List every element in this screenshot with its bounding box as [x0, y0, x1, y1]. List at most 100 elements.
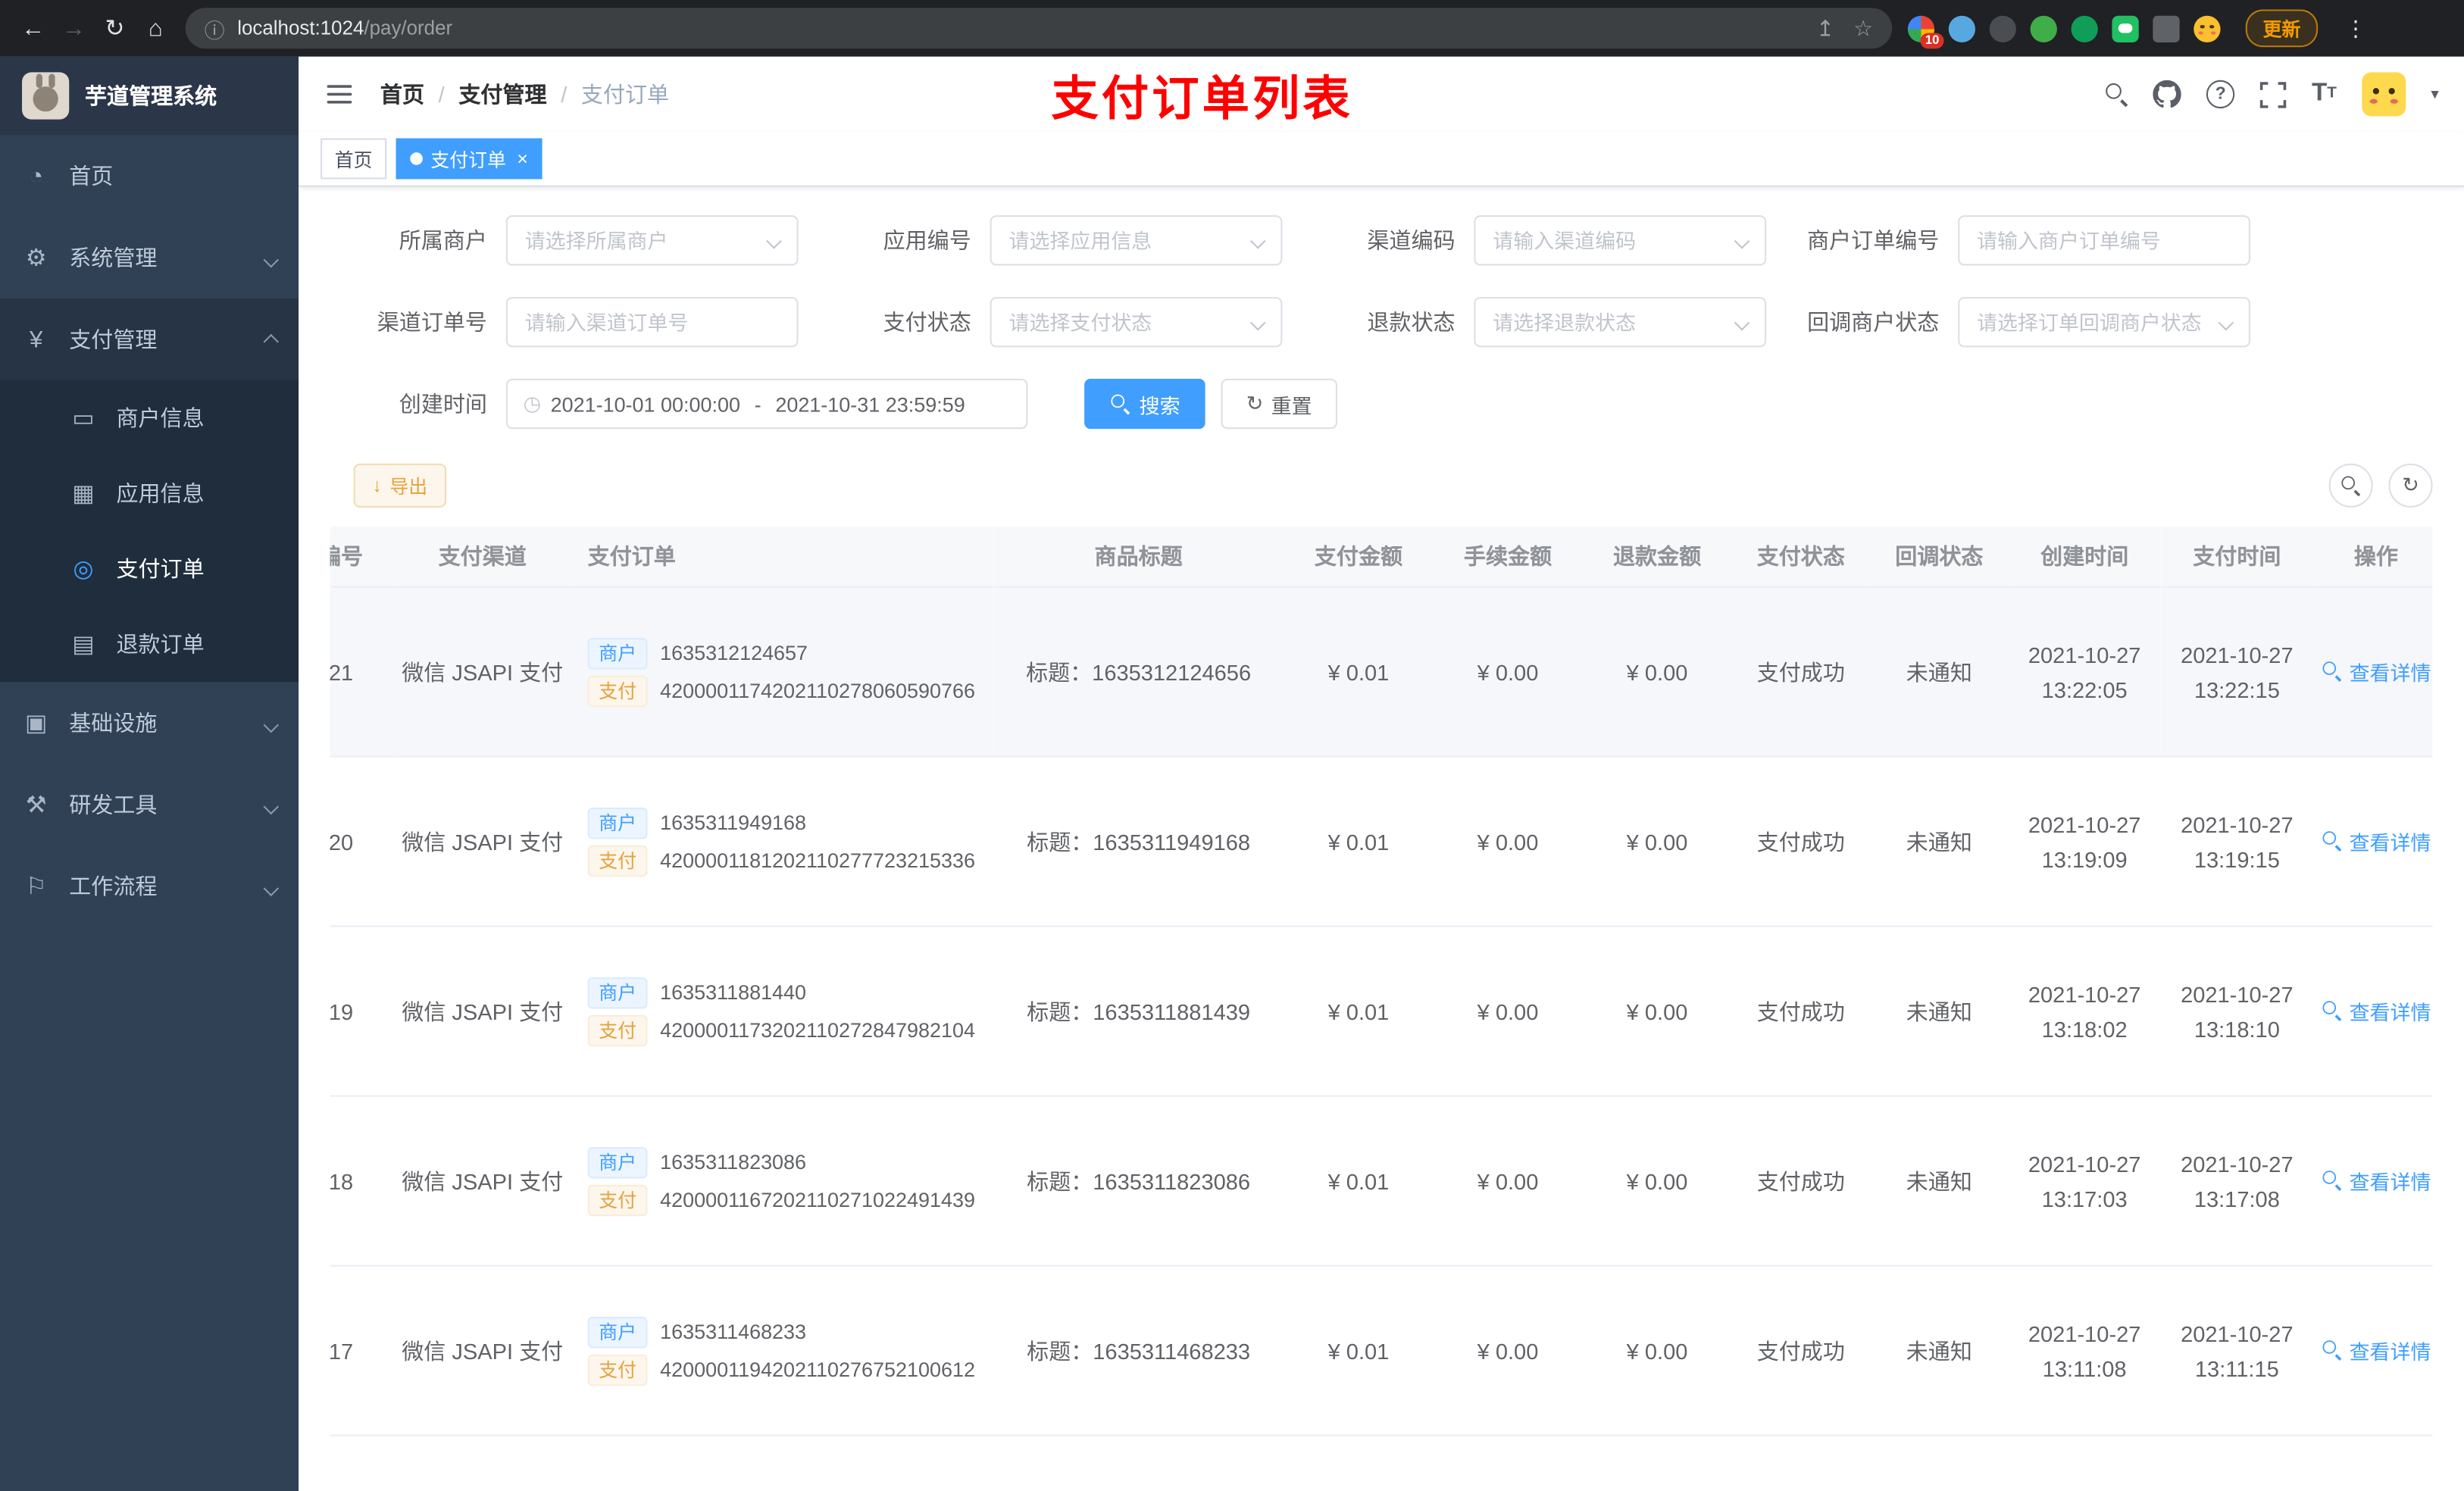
extension-icon-green[interactable]	[2030, 14, 2057, 42]
product-title: 标题：1635312124656	[993, 586, 1284, 758]
extensions-area: 10 更新 ⋮	[1907, 9, 2370, 48]
channel-order-no-field[interactable]	[505, 296, 799, 348]
sidebar-toggle-icon[interactable]	[324, 79, 355, 110]
tab-label: 首页	[334, 148, 373, 171]
sidebar-item-home[interactable]: ◔ 首页	[0, 135, 299, 217]
view-detail-link[interactable]: 查看详情	[2321, 1335, 2431, 1364]
app-select-input[interactable]	[991, 217, 1281, 264]
browser-menu-icon[interactable]: ⋮	[2344, 15, 2366, 42]
pay-time: 2021-10-27 13:17:08	[2160, 1096, 2313, 1267]
channel-code-input[interactable]	[1475, 217, 1765, 264]
view-detail-link[interactable]: 查看详情	[2321, 996, 2431, 1025]
help-icon[interactable]: ?	[2206, 80, 2235, 109]
forward-icon[interactable]: →	[54, 8, 95, 48]
refund-status-select[interactable]	[1474, 296, 1767, 348]
github-icon[interactable]	[2153, 80, 2181, 108]
merchant-order-no-field[interactable]	[1958, 215, 2250, 266]
reload-icon[interactable]: ↻	[94, 8, 135, 48]
export-button[interactable]: ↓ 导出	[353, 463, 447, 508]
sidebar-item-refund-order[interactable]: ▤ 退款订单	[0, 607, 299, 683]
sidebar-item-label: 研发工具	[69, 792, 158, 817]
channel-order-no-input[interactable]	[507, 299, 797, 346]
browser-update-button[interactable]: 更新	[2245, 9, 2319, 48]
notify-status-input[interactable]	[1959, 299, 2249, 346]
merchant-order-no: 1635311949168	[660, 811, 807, 835]
notify-status-select[interactable]	[1958, 296, 2250, 348]
sidebar: 芋道管理系统 ◔ 首页 ⚙ 系统管理 ¥ 支付管理 ▭ 商户信息 ▦ 应用信息	[0, 56, 299, 1491]
sidebar-item-system[interactable]: ⚙ 系统管理	[0, 217, 299, 299]
pay-status: 支付成功	[1731, 1096, 1871, 1267]
tab-pay-order[interactable]: 支付订单 ×	[396, 138, 543, 180]
order-id: 17	[330, 1265, 396, 1436]
sidebar-item-dev-tools[interactable]: ⚒ 研发工具	[0, 764, 299, 846]
search-icon[interactable]	[2106, 83, 2128, 105]
site-info-icon[interactable]: ⓘ	[205, 14, 225, 43]
sidebar-item-infrastructure[interactable]: ▣ 基础设施	[0, 682, 299, 764]
browser-profile-avatar[interactable]	[2194, 14, 2221, 42]
extension-badge: 10	[1920, 32, 1944, 48]
breadcrumb-separator: /	[438, 81, 445, 108]
home-icon[interactable]: ⌂	[135, 8, 176, 48]
yen-icon: ¥	[30, 326, 43, 353]
tools-icon: ⚒	[25, 792, 47, 819]
extensions-puzzle-icon[interactable]	[2153, 14, 2180, 42]
extension-icon-colorful[interactable]: 10	[1907, 14, 1944, 48]
font-size-icon[interactable]: TT	[2312, 81, 2337, 107]
sidebar-item-payment[interactable]: ¥ 支付管理	[0, 299, 299, 380]
active-dot	[410, 152, 423, 165]
merchant-select-input[interactable]	[507, 217, 797, 264]
user-avatar[interactable]	[2362, 72, 2406, 117]
sidebar-item-workflow[interactable]: ⚐ 工作流程	[0, 846, 299, 927]
browser-toolbar: ← → ↻ ⌂ ⓘ localhost:1024 /pay/order ↥ ☆ …	[0, 0, 2464, 57]
chevron-down-icon[interactable]: ▾	[2431, 86, 2438, 103]
sidebar-item-pay-order[interactable]: ◎ 支付订单	[0, 531, 299, 607]
date-separator: -	[754, 392, 761, 416]
bookmark-star-icon[interactable]: ☆	[1853, 15, 1873, 42]
extension-icon-gray[interactable]	[1989, 14, 2016, 42]
sidebar-item-app-info[interactable]: ▦ 应用信息	[0, 455, 299, 531]
table-row: 19 微信 JSAPI 支付 商户 1635311881440 支付 4200001…	[330, 926, 2433, 1097]
view-detail-link[interactable]: 查看详情	[2321, 656, 2431, 686]
gear-icon: ⚙	[25, 245, 47, 272]
dashboard-icon: ◔	[29, 162, 44, 189]
navbar-actions: ? TT ▾	[2106, 72, 2439, 117]
view-detail-link[interactable]: 查看详情	[2321, 826, 2431, 855]
col-create-time: 创建时间	[2008, 526, 2161, 588]
close-icon[interactable]: ×	[517, 148, 528, 170]
app-select[interactable]	[990, 215, 1283, 266]
refresh-table-button[interactable]: ↻	[2388, 463, 2433, 508]
refund-amount: ¥ 0.00	[1582, 1265, 1732, 1436]
refresh-icon: ↻	[2402, 473, 2419, 497]
channel-code-select[interactable]	[1474, 215, 1767, 266]
share-icon[interactable]: ↥	[1816, 15, 1834, 42]
tab-home[interactable]: 首页	[321, 138, 387, 180]
extension-icon-teal[interactable]	[2071, 14, 2098, 42]
fee-amount: ¥ 0.00	[1433, 1265, 1583, 1436]
merchant-order-no: 1635311823086	[660, 1150, 807, 1174]
pay-status-input[interactable]	[991, 299, 1281, 346]
filter-label: 应用编号	[883, 227, 971, 253]
breadcrumb-payment[interactable]: 支付管理	[458, 79, 546, 110]
extension-icon-chat[interactable]	[2112, 14, 2139, 42]
address-bar[interactable]: ⓘ localhost:1024 /pay/order ↥ ☆	[185, 8, 1893, 49]
merchant-order-no-input[interactable]	[1959, 217, 2249, 264]
view-detail-link[interactable]: 查看详情	[2321, 1165, 2431, 1195]
date-start-value: 2021-10-01 00:00:00	[550, 392, 740, 416]
extension-icon-blue[interactable]	[1948, 14, 1976, 42]
toggle-search-button[interactable]	[2328, 463, 2373, 508]
col-amount: 支付金额	[1284, 526, 1434, 588]
breadcrumb-home[interactable]: 首页	[380, 79, 424, 110]
download-icon: ↓	[372, 474, 382, 497]
fee-amount: ¥ 0.00	[1433, 926, 1583, 1097]
pay-status-select[interactable]	[990, 296, 1283, 348]
merchant-select[interactable]	[505, 215, 799, 266]
search-icon	[2322, 831, 2341, 851]
reset-button[interactable]: ↻ 重置	[1221, 378, 1337, 430]
app-logo: 芋道管理系统	[0, 56, 299, 136]
fullscreen-icon[interactable]	[2260, 81, 2287, 108]
search-button[interactable]: 搜索	[1084, 378, 1205, 430]
back-icon[interactable]: ←	[13, 8, 54, 48]
create-time-range[interactable]: ◷ 2021-10-01 00:00:00 - 2021-10-31 23:59…	[505, 378, 1028, 430]
sidebar-item-merchant-info[interactable]: ▭ 商户信息	[0, 380, 299, 456]
refund-status-input[interactable]	[1475, 299, 1765, 346]
